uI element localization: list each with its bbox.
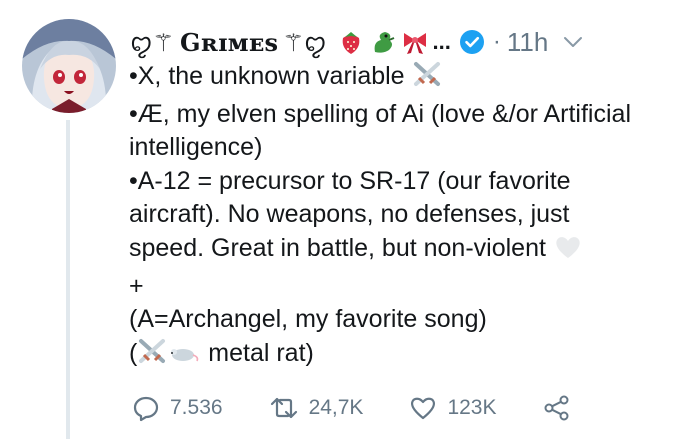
avatar-image: [22, 19, 116, 113]
share-button[interactable]: [543, 394, 571, 422]
tweet-line-4: •A-12 = precursor to SR-17 (our favorite: [129, 166, 571, 195]
crossed-swords-icon: [412, 60, 442, 98]
ribbon-emoji: [403, 33, 426, 54]
white-heart-icon: [553, 234, 583, 270]
strawberry-emoji: [342, 32, 359, 54]
tweet-header: ꨄ⚚ Gʀɪᴍᴇs ⚚ꨄ ... · 11h: [130, 22, 690, 62]
reply-count: 7.536: [170, 396, 223, 419]
tweet-line-5: aircraft). No weapons, no defenses, just: [129, 200, 570, 229]
tweet-line-9: ( metal rat): [129, 337, 694, 375]
tweet-line-2: •Æ, my elven spelling of Ai (love &/or A…: [129, 99, 632, 128]
tweet[interactable]: ꨄ⚚ Gʀɪᴍᴇs ⚚ꨄ ... · 11h •X, the unknown v…: [0, 0, 700, 439]
name-decoration-right: ⚚ꨄ: [282, 28, 327, 57]
reply-button[interactable]: 7.536: [132, 394, 223, 422]
tweet-text-line: speed. Great in battle, but non-violent: [129, 233, 546, 262]
name-decoration-left: ꨄ⚚: [130, 28, 175, 57]
tweet-line-8: (A=Archangel, my favorite song): [129, 305, 487, 334]
heart-icon: [411, 397, 436, 420]
rat-icon: [167, 339, 201, 375]
like-button[interactable]: 123K: [409, 395, 497, 421]
retweet-count: 24,7K: [308, 396, 364, 419]
tweet-actions: 7.536 24,7K 123K: [132, 388, 617, 428]
like-count: 123K: [447, 396, 497, 419]
tweet-line-6: speed. Great in battle, but non-violent: [129, 232, 694, 270]
tweet-text: •X, the unknown variable •Æ, my elven sp…: [129, 60, 694, 374]
header-separator: ·: [492, 28, 501, 55]
tweet-text-line: •X, the unknown variable: [129, 62, 405, 90]
crossed-swords-icon: [137, 337, 167, 375]
thread-line: [66, 120, 70, 439]
tweet-text-line: metal rat): [201, 338, 314, 367]
more-emojis-indicator: ...: [432, 29, 451, 54]
tweet-line-7: +: [129, 271, 144, 300]
share-icon: [544, 395, 568, 421]
avatar[interactable]: [22, 19, 116, 113]
reply-icon: [133, 396, 159, 422]
tweet-line-1: •X, the unknown variable: [129, 60, 694, 98]
tweet-text-line: (: [129, 338, 138, 367]
retweet-icon: [270, 397, 297, 419]
timestamp[interactable]: 11h: [507, 27, 548, 58]
verified-badge-icon: [459, 29, 485, 55]
dragon-emoji: [374, 32, 394, 53]
name-emojis: [337, 28, 429, 56]
display-name[interactable]: Gʀɪᴍᴇs: [180, 28, 278, 57]
retweet-button[interactable]: 24,7K: [269, 394, 364, 422]
tweet-line-3: intelligence): [129, 133, 263, 162]
chevron-down-icon[interactable]: [562, 34, 584, 50]
